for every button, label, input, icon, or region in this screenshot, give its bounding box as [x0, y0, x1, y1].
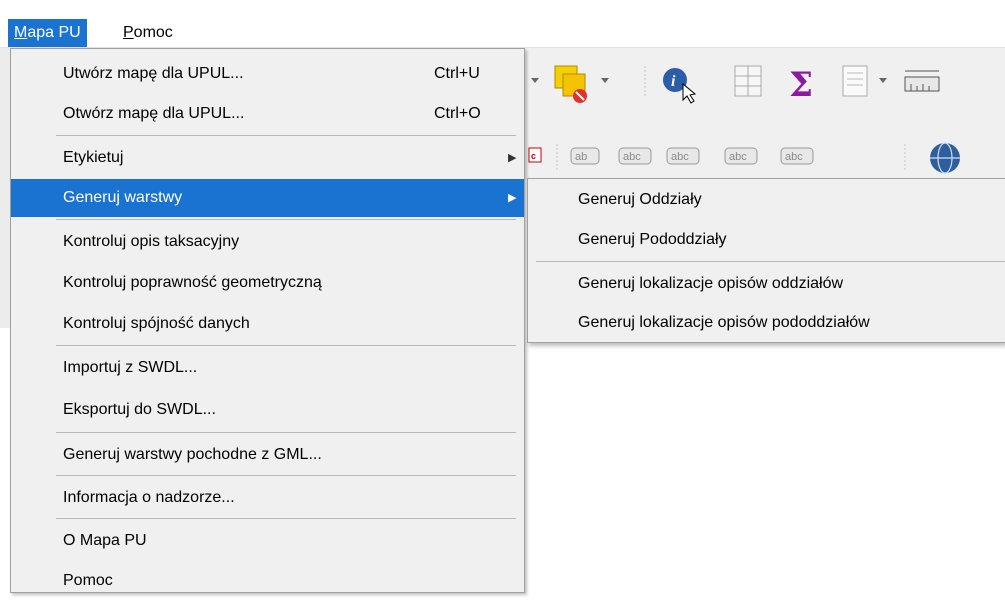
toolbar-row-1: i Σ [531, 65, 940, 105]
label-move-icon[interactable]: abc [618, 147, 652, 165]
dropdown-arrow-icon[interactable] [601, 78, 609, 83]
label-move-text: abc [623, 151, 641, 163]
label-show-icon[interactable]: abc [780, 147, 814, 165]
menu-item-kontroluj-opis[interactable]: Kontroluj opis taksacyjny [11, 223, 524, 261]
label-change-text: abc [729, 151, 747, 163]
menu-item-label: Kontroluj opis taksacyjny [63, 233, 240, 250]
menu-separator [56, 135, 516, 136]
submenu-arrow-icon: ▶ [508, 152, 517, 164]
menu-item-generuj-warstwy[interactable]: Generuj warstwy ▶ [11, 179, 524, 217]
generuj-warstwy-submenu: Generuj Oddziały Generuj Pododdziały Gen… [527, 178, 1005, 343]
toolbar-row-2: c ab abc abc abc abc [528, 142, 960, 174]
menu-item-label: Generuj warstwy pochodne z GML... [63, 446, 322, 463]
submenu-separator [536, 261, 1005, 262]
menu-item-generuj-pochodne[interactable]: Generuj warstwy pochodne z GML... [11, 436, 524, 474]
menubar: Mapa PU Pomoc [0, 0, 1005, 48]
menu-item-label: Generuj warstwy [63, 189, 183, 206]
menu-mapa-pu[interactable]: Mapa PU [8, 19, 87, 47]
submenu-item-label: Generuj Oddziały [578, 191, 702, 208]
submenu-item-label: Generuj Pododdziały [578, 231, 727, 248]
menu-item-shortcut: Ctrl+U [434, 65, 480, 82]
submenu-item-lokalizacje-oddzialow[interactable]: Generuj lokalizacje opisów oddziałów [528, 264, 1005, 304]
attribute-table-icon[interactable] [734, 65, 762, 97]
mapa-pu-dropdown-menu: Utwórz mapę dla UPUL... Ctrl+U Otwórz ma… [10, 48, 525, 593]
field-calculator-icon[interactable] [842, 65, 868, 97]
menu-item-label: Otwórz mapę dla UPUL... [63, 105, 245, 122]
menu-item-pomoc[interactable]: Pomoc [11, 562, 524, 600]
svg-text:i: i [671, 73, 676, 90]
menu-separator [56, 518, 516, 519]
submenu-arrow-icon: ▶ [508, 192, 517, 204]
submenu-item-label: Generuj lokalizacje opisów pododdziałów [578, 314, 870, 331]
menu-item-o-mapa-pu[interactable]: O Mapa PU [11, 522, 524, 560]
menu-pomoc[interactable]: Pomoc [117, 19, 179, 47]
sigma-glyph: Σ [789, 65, 813, 105]
submenu-item-generuj-pododdzialy[interactable]: Generuj Pododdziały [528, 220, 1005, 260]
menu-item-kontroluj-geometrie[interactable]: Kontroluj poprawność geometryczną [11, 264, 524, 302]
mapa-pu-mnemonic: M [14, 24, 28, 41]
menu-separator [56, 219, 516, 220]
svg-text:c: c [531, 151, 536, 161]
menu-item-label: Pomoc [63, 572, 113, 589]
globe-icon[interactable] [930, 142, 960, 174]
menu-item-label: Kontroluj poprawność geometryczną [63, 274, 322, 291]
left-panel-edge [0, 48, 10, 328]
label-show-text: abc [785, 151, 803, 163]
dropdown-arrow-icon[interactable] [531, 78, 539, 83]
pomoc-label: omoc [133, 24, 173, 41]
pomoc-mnemonic: P [123, 24, 134, 41]
mapa-pu-label: apa PU [27, 24, 81, 41]
menu-item-kontroluj-spojnosc[interactable]: Kontroluj spójność danych [11, 305, 524, 343]
menu-item-utworz-mape[interactable]: Utwórz mapę dla UPUL... Ctrl+U [11, 55, 524, 93]
menu-item-etykietuj[interactable]: Etykietuj ▶ [11, 139, 524, 177]
menu-item-label: Etykietuj [63, 149, 124, 166]
menu-item-informacja-nadzor[interactable]: Informacja o nadzorze... [11, 479, 524, 517]
menu-item-shortcut: Ctrl+O [434, 105, 481, 122]
label-pin-icon[interactable]: ab [570, 147, 600, 165]
menu-item-label: O Mapa PU [63, 532, 147, 549]
submenu-item-generuj-oddzialy[interactable]: Generuj Oddziały [528, 180, 1005, 220]
menu-item-label: Importuj z SWDL... [63, 359, 198, 376]
menu-item-importuj-swdl[interactable]: Importuj z SWDL... [11, 349, 524, 387]
label-pin-text: ab [575, 151, 587, 163]
menu-item-label: Kontroluj spójność danych [63, 315, 250, 332]
deselect-icon[interactable] [554, 65, 587, 103]
label-rotate-text: abc [671, 151, 689, 163]
menu-separator [56, 432, 516, 433]
identify-icon[interactable]: i [663, 68, 697, 104]
label-change-icon[interactable]: abc [724, 147, 758, 165]
submenu-item-label: Generuj lokalizacje opisów oddziałów [578, 275, 844, 292]
statistics-sigma-icon[interactable]: Σ [789, 65, 813, 105]
menu-item-eksportuj-swdl[interactable]: Eksportuj do SWDL... [11, 391, 524, 429]
menu-separator [56, 475, 516, 476]
menu-item-otworz-mape[interactable]: Otwórz mapę dla UPUL... Ctrl+O [11, 95, 524, 133]
submenu-item-lokalizacje-pododdzialow[interactable]: Generuj lokalizacje opisów pododdziałów [528, 303, 1005, 343]
menu-separator [56, 345, 516, 346]
menu-item-label: Eksportuj do SWDL... [63, 401, 216, 418]
measure-icon[interactable] [904, 70, 940, 92]
menu-item-label: Informacja o nadzorze... [63, 489, 235, 506]
menu-item-label: Utwórz mapę dla UPUL... [63, 65, 244, 82]
dropdown-arrow-icon[interactable] [879, 78, 887, 83]
label-rotate-icon[interactable]: abc [666, 147, 700, 165]
label-icon[interactable]: c [528, 147, 542, 163]
